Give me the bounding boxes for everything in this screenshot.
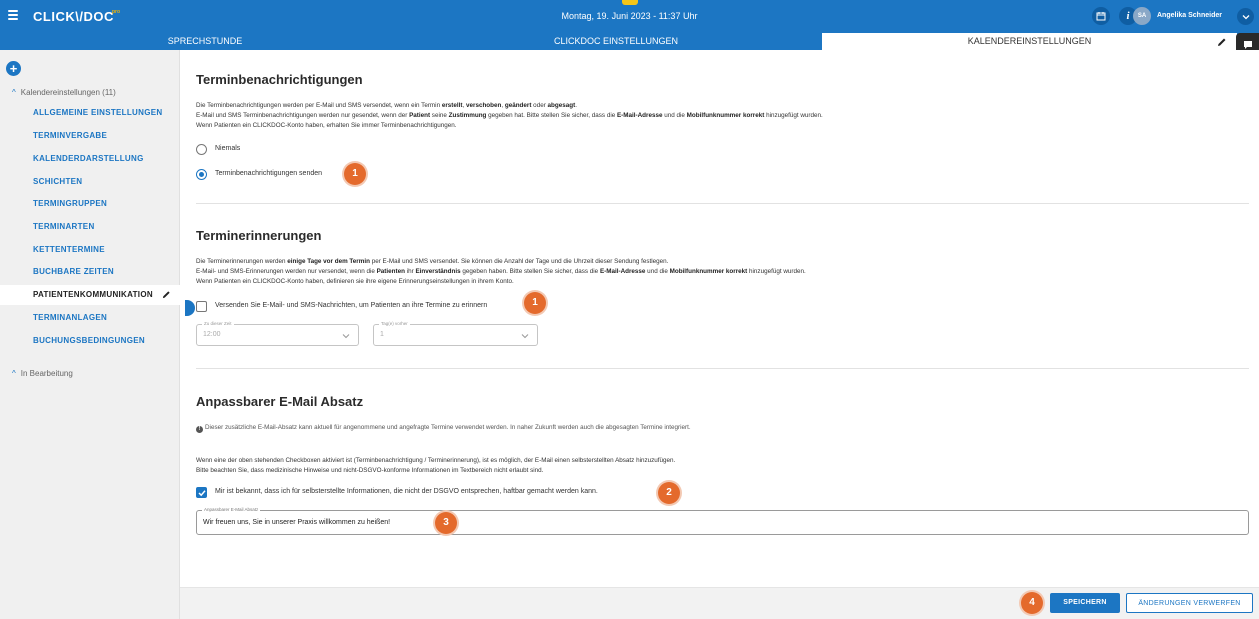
tab-sprechstunde[interactable]: SPRECHSTUNDE xyxy=(0,33,410,50)
sidebar-item-patientenkommunikation[interactable]: PATIENTENKOMMUNIKATION xyxy=(0,285,180,305)
sidebar-item-schichten[interactable]: SCHICHTEN xyxy=(0,172,180,192)
chat-icon xyxy=(1243,40,1252,49)
sidebar-item-terminarten[interactable]: TERMINARTEN xyxy=(0,217,180,237)
user-menu-button[interactable] xyxy=(1237,8,1254,25)
radio-niemals-label[interactable]: Niemals xyxy=(215,145,240,152)
user-name[interactable]: Angelika Schneider xyxy=(1157,12,1222,19)
tab-clickdoc-einstellungen[interactable]: CLICKDOC EINSTELLUNGEN xyxy=(410,33,822,50)
sidebar-group-in-bearbeitung[interactable]: ^ In Bearbeitung xyxy=(12,369,73,378)
sidebar-item-kettentermine[interactable]: KETTENTERMINE xyxy=(0,240,180,260)
notification-tab-icon[interactable] xyxy=(622,0,638,5)
discard-changes-button[interactable]: ÄNDERUNGEN VERWERFEN xyxy=(1126,593,1253,613)
step-badge: 1 xyxy=(344,163,366,185)
reminder-checkbox[interactable] xyxy=(196,301,207,312)
email-absatz-field-label: Anpassbarer E-Mail Absatz xyxy=(202,507,261,512)
chevron-down-icon xyxy=(342,334,350,339)
dsgvo-checkbox[interactable] xyxy=(196,487,207,498)
dsgvo-checkbox-label[interactable]: Mir ist bekannt, dass ich für selbsterst… xyxy=(215,488,598,495)
top-bar: CLICK\/DOC pro Montag, 19. Juni 2023 - 1… xyxy=(0,0,1259,33)
tab-bar: SPRECHSTUNDE CLICKDOC EINSTELLUNGEN KALE… xyxy=(0,33,1259,50)
section1-line2: E-Mail und SMS Terminbenachrichtigungen … xyxy=(196,111,823,119)
checkmark-icon xyxy=(198,490,206,497)
info-icon: ! xyxy=(196,426,203,433)
tab-kalendereinstellungen[interactable]: KALENDEREINSTELLUNGEN xyxy=(822,33,1237,50)
section3-line2: Bitte beachten Sie, dass medizinische Hi… xyxy=(196,466,544,474)
section3-description: Wenn eine der oben stehenden Checkboxen … xyxy=(196,456,675,476)
radio-senden-label[interactable]: Terminbenachrichtigungen senden xyxy=(215,170,322,177)
section-title-terminerinnerungen: Terminerinnerungen xyxy=(196,228,322,243)
section3-line1: Wenn eine der oben stehenden Checkboxen … xyxy=(196,457,676,464)
section2-line3: Wenn Patienten ein CLICKDOC-Konto haben,… xyxy=(196,277,514,285)
days-select-value: 1 xyxy=(380,331,384,338)
sidebar-group-label: Kalendereinstellungen (11) xyxy=(20,88,116,97)
section2-line2: E-Mail- und SMS-Erinnerungen werden nur … xyxy=(196,267,806,275)
sidebar-item-kalenderdarstellung[interactable]: KALENDERDARSTELLUNG xyxy=(0,149,180,169)
current-datetime: Montag, 19. Juni 2023 - 11:37 Uhr xyxy=(561,11,698,21)
add-button[interactable]: + xyxy=(6,61,21,76)
time-select-label: Zu dieser Zeit xyxy=(202,321,234,326)
sidebar-group-kalendereinstellungen[interactable]: ^ Kalendereinstellungen (11) xyxy=(12,88,116,97)
days-select-label: Tag(e) vorher xyxy=(379,321,410,326)
time-select[interactable]: Zu dieser Zeit 12:00 xyxy=(196,321,359,346)
days-select[interactable]: Tag(e) vorher 1 xyxy=(373,321,538,346)
radio-terminbenachrichtigungen-senden[interactable] xyxy=(196,169,207,180)
section-divider xyxy=(196,203,1249,204)
reminder-checkbox-label[interactable]: Versenden Sie E-Mail- und SMS-Nachrichte… xyxy=(215,302,487,309)
info-text: Dieser zusätzliche E-Mail-Absatz kann ak… xyxy=(205,424,691,431)
calendar-button[interactable] xyxy=(1092,7,1110,25)
section-title-terminbenachrichtigungen: Terminbenachrichtigungen xyxy=(196,72,363,87)
chevron-up-icon: ^ xyxy=(12,88,16,97)
section1-line3: Wenn Patienten ein CLICKDOC-Konto haben,… xyxy=(196,121,457,129)
section2-description: Die Terminerinnerungen werden einige Tag… xyxy=(196,257,806,286)
radio-niemals[interactable] xyxy=(196,144,207,155)
step-badge: 4 xyxy=(1021,592,1043,614)
pencil-icon xyxy=(162,291,170,299)
avatar[interactable]: SA xyxy=(1133,7,1151,25)
sidebar-item-terminvergabe[interactable]: TERMINVERGABE xyxy=(0,126,180,146)
sidebar-item-buchungsbedingungen[interactable]: BUCHUNGSBEDINGUNGEN xyxy=(0,331,180,351)
email-absatz-field-value[interactable]: Wir freuen uns, Sie in unserer Praxis wi… xyxy=(203,519,390,526)
email-absatz-field[interactable]: Anpassbarer E-Mail Absatz Wir freuen uns… xyxy=(196,507,1249,535)
section1-description: Die Terminbenachrichtigungen werden per … xyxy=(196,101,823,130)
sidebar-item-allgemeine-einstellungen[interactable]: ALLGEMEINE EINSTELLUNGEN xyxy=(0,103,180,123)
save-button[interactable]: SPEICHERN xyxy=(1050,593,1120,613)
email-absatz-info: ! Dieser zusätzliche E-Mail-Absatz kann a… xyxy=(196,424,691,433)
chevron-down-icon xyxy=(521,334,529,339)
chevron-down-icon xyxy=(1242,14,1249,19)
calendar-icon xyxy=(1096,12,1106,21)
section-divider xyxy=(196,368,1249,369)
pencil-icon[interactable] xyxy=(1217,37,1227,47)
sidebar-item-termingruppen[interactable]: TERMINGRUPPEN xyxy=(0,194,180,214)
sidebar-item-label: PATIENTENKOMMUNIKATION xyxy=(33,290,153,299)
section1-line1: Die Terminbenachrichtigungen werden per … xyxy=(196,102,577,109)
step-badge: 1 xyxy=(524,292,546,314)
time-select-value: 12:00 xyxy=(203,331,221,338)
chevron-up-icon: ^ xyxy=(12,369,16,378)
sidebar-item-buchbare-zeiten[interactable]: BUCHBARE ZEITEN xyxy=(0,262,180,282)
step-badge: 2 xyxy=(658,482,680,504)
section-title-email-absatz: Anpassbarer E-Mail Absatz xyxy=(196,394,364,409)
section2-line1: Die Terminerinnerungen werden einige Tag… xyxy=(196,258,669,265)
step-badge: 3 xyxy=(435,512,457,534)
sidebar-item-terminanlagen[interactable]: TERMINANLAGEN xyxy=(0,308,180,328)
sidebar-group-label: In Bearbeitung xyxy=(20,369,73,378)
